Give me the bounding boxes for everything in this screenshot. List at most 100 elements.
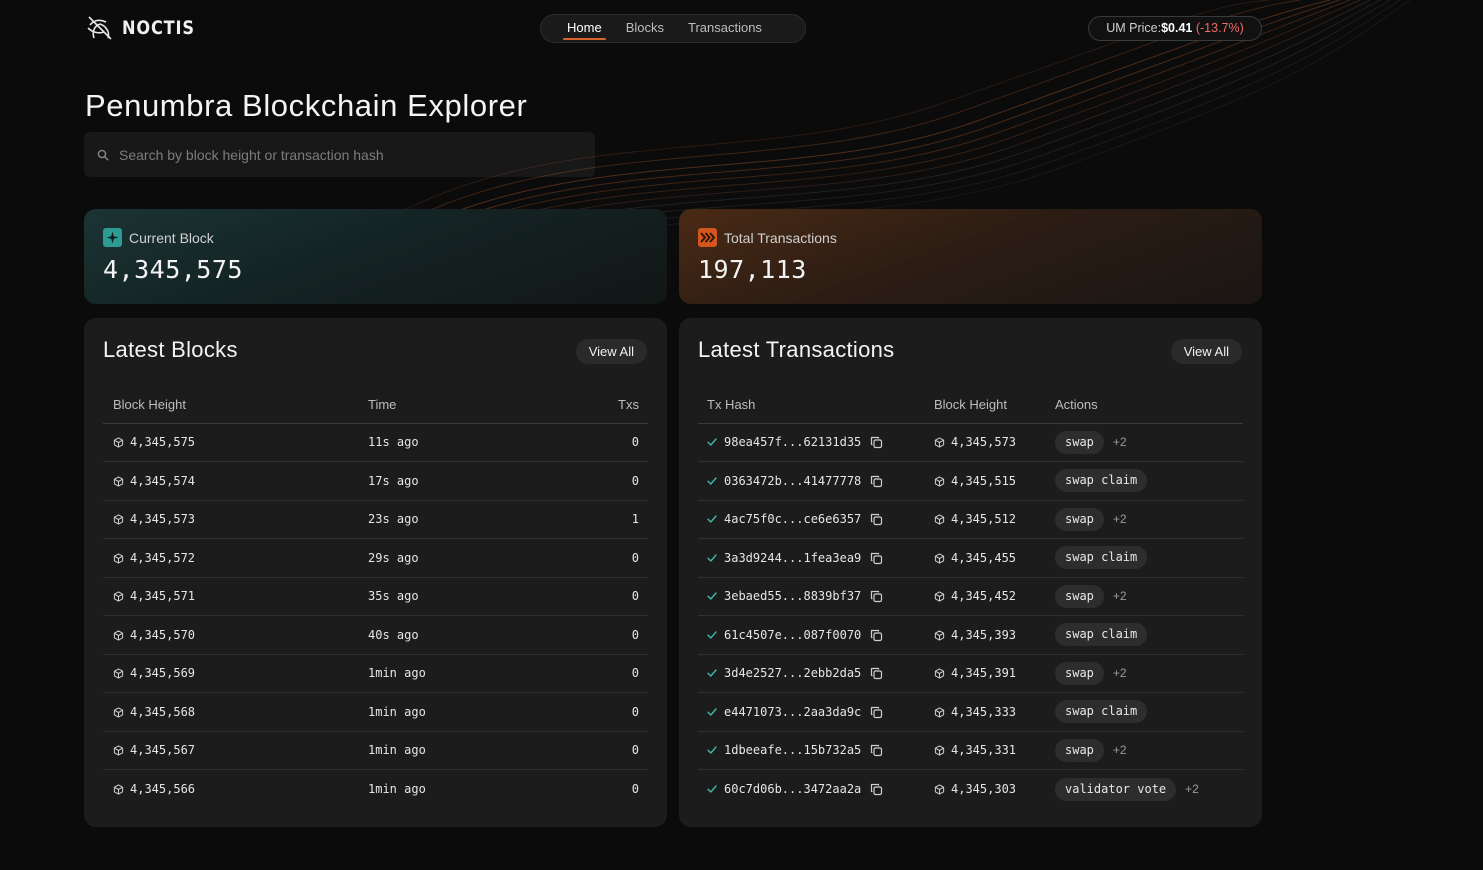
tx-block-height-link[interactable]: 4,345,303	[951, 782, 1016, 796]
copy-icon[interactable]	[870, 436, 883, 449]
tx-block-height-cell[interactable]: 4,345,393	[934, 615, 1055, 655]
block-height-link[interactable]: 4,345,574	[130, 474, 195, 488]
tx-block-height-link[interactable]: 4,345,393	[951, 628, 1016, 642]
copy-icon[interactable]	[870, 552, 883, 565]
block-row[interactable]: 4,345,572 29s ago 0	[103, 538, 648, 578]
tx-block-height-cell[interactable]: 4,345,515	[934, 461, 1055, 501]
block-row[interactable]: 4,345,571 35s ago 0	[103, 577, 648, 616]
tx-block-height-cell[interactable]: 4,345,452	[934, 577, 1055, 616]
copy-icon[interactable]	[870, 590, 883, 603]
block-height-cell[interactable]: 4,345,574	[103, 461, 368, 501]
block-height-cell[interactable]: 4,345,571	[103, 577, 368, 616]
tx-hash-link[interactable]: 1dbeeafe...15b732a5	[724, 743, 861, 757]
tx-block-height-cell[interactable]: 4,345,512	[934, 500, 1055, 539]
block-row[interactable]: 4,345,575 11s ago 0	[103, 423, 648, 462]
copy-icon[interactable]	[870, 667, 883, 680]
tx-hash-cell[interactable]: 4ac75f0c...ce6e6357	[698, 500, 934, 539]
block-height-cell[interactable]: 4,345,567	[103, 731, 368, 770]
transaction-row[interactable]: 3a3d9244...1fea3ea9 4,345,455 swap claim	[698, 538, 1243, 578]
tx-hash-link[interactable]: 3ebaed55...8839bf37	[724, 589, 861, 603]
tx-hash-cell[interactable]: 3d4e2527...2ebb2da5	[698, 654, 934, 693]
block-row[interactable]: 4,345,569 1min ago 0	[103, 654, 648, 693]
block-height-cell[interactable]: 4,345,573	[103, 500, 368, 539]
block-height-link[interactable]: 4,345,573	[130, 512, 195, 526]
tx-block-height-link[interactable]: 4,345,452	[951, 589, 1016, 603]
transaction-row[interactable]: 3d4e2527...2ebb2da5 4,345,391 swap +2	[698, 654, 1243, 693]
tx-hash-cell[interactable]: 61c4507e...087f0070	[698, 615, 934, 655]
tx-hash-cell[interactable]: 3ebaed55...8839bf37	[698, 577, 934, 616]
nav-transactions[interactable]: Transactions	[676, 14, 774, 43]
transaction-row[interactable]: 0363472b...41477778 4,345,515 swap claim	[698, 461, 1243, 501]
tx-hash-cell[interactable]: 3a3d9244...1fea3ea9	[698, 538, 934, 578]
transaction-row[interactable]: 98ea457f...62131d35 4,345,573 swap +2	[698, 423, 1243, 462]
block-height-link[interactable]: 4,345,575	[130, 435, 195, 449]
block-height-cell[interactable]: 4,345,569	[103, 654, 368, 693]
block-height-cell[interactable]: 4,345,572	[103, 538, 368, 578]
transaction-row[interactable]: 61c4507e...087f0070 4,345,393 swap claim	[698, 615, 1243, 655]
tx-hash-cell[interactable]: 98ea457f...62131d35	[698, 423, 934, 462]
block-row[interactable]: 4,345,568 1min ago 0	[103, 692, 648, 732]
block-height-link[interactable]: 4,345,572	[130, 551, 195, 565]
transaction-row[interactable]: 3ebaed55...8839bf37 4,345,452 swap +2	[698, 577, 1243, 616]
block-height-link[interactable]: 4,345,567	[130, 743, 195, 757]
block-height-cell[interactable]: 4,345,570	[103, 615, 368, 655]
tx-hash-cell[interactable]: e4471073...2aa3da9c	[698, 692, 934, 732]
tx-block-height-link[interactable]: 4,345,512	[951, 512, 1016, 526]
tx-block-height-cell[interactable]: 4,345,333	[934, 692, 1055, 732]
block-row[interactable]: 4,345,574 17s ago 0	[103, 461, 648, 501]
tx-hash-link[interactable]: 98ea457f...62131d35	[724, 435, 861, 449]
tx-hash-link[interactable]: e4471073...2aa3da9c	[724, 705, 861, 719]
tx-block-height-cell[interactable]: 4,345,391	[934, 654, 1055, 693]
tx-hash-cell[interactable]: 0363472b...41477778	[698, 461, 934, 501]
cube-icon	[113, 476, 124, 487]
block-height-cell[interactable]: 4,345,575	[103, 423, 368, 462]
block-row[interactable]: 4,345,566 1min ago 0	[103, 770, 648, 809]
block-height-link[interactable]: 4,345,571	[130, 589, 195, 603]
tx-block-height-link[interactable]: 4,345,391	[951, 666, 1016, 680]
tx-block-height-cell[interactable]: 4,345,303	[934, 770, 1055, 809]
block-height-link[interactable]: 4,345,568	[130, 705, 195, 719]
tx-hash-link[interactable]: 60c7d06b...3472aa2a	[724, 782, 861, 796]
search-bar[interactable]	[84, 132, 595, 177]
tx-block-height-link[interactable]: 4,345,455	[951, 551, 1016, 565]
tx-hash-link[interactable]: 4ac75f0c...ce6e6357	[724, 512, 861, 526]
transaction-row[interactable]: 4ac75f0c...ce6e6357 4,345,512 swap +2	[698, 500, 1243, 539]
transaction-row[interactable]: 60c7d06b...3472aa2a 4,345,303 validator vo…	[698, 770, 1243, 809]
tx-hash-link[interactable]: 61c4507e...087f0070	[724, 628, 861, 642]
tx-hash-cell[interactable]: 60c7d06b...3472aa2a	[698, 770, 934, 809]
tx-hash-cell[interactable]: 1dbeeafe...15b732a5	[698, 731, 934, 770]
tx-block-height-link[interactable]: 4,345,333	[951, 705, 1016, 719]
blocks-view-all-button[interactable]: View All	[575, 339, 647, 364]
tx-hash-link[interactable]: 3d4e2527...2ebb2da5	[724, 666, 861, 680]
block-row[interactable]: 4,345,573 23s ago 1	[103, 500, 648, 539]
transaction-row[interactable]: 1dbeeafe...15b732a5 4,345,331 swap +2	[698, 731, 1243, 770]
block-height-cell[interactable]: 4,345,568	[103, 692, 368, 732]
copy-icon[interactable]	[870, 706, 883, 719]
block-height-link[interactable]: 4,345,569	[130, 666, 195, 680]
copy-icon[interactable]	[870, 744, 883, 757]
nav-blocks[interactable]: Blocks	[614, 14, 676, 43]
block-row[interactable]: 4,345,567 1min ago 0	[103, 731, 648, 770]
transaction-row[interactable]: e4471073...2aa3da9c 4,345,333 swap claim	[698, 692, 1243, 732]
block-height-link[interactable]: 4,345,570	[130, 628, 195, 642]
block-row[interactable]: 4,345,570 40s ago 0	[103, 615, 648, 655]
tx-block-height-cell[interactable]: 4,345,331	[934, 731, 1055, 770]
block-height-cell[interactable]: 4,345,566	[103, 770, 368, 809]
copy-icon[interactable]	[870, 513, 883, 526]
nav-home[interactable]: Home	[555, 14, 614, 43]
tx-hash-link[interactable]: 3a3d9244...1fea3ea9	[724, 551, 861, 565]
tx-block-height-cell[interactable]: 4,345,573	[934, 423, 1055, 462]
search-input[interactable]	[119, 146, 559, 163]
tx-block-height-link[interactable]: 4,345,573	[951, 435, 1016, 449]
copy-icon[interactable]	[870, 629, 883, 642]
tx-hash-link[interactable]: 0363472b...41477778	[724, 474, 861, 488]
total-transactions-label: Total Transactions	[724, 229, 837, 246]
tx-block-height-cell[interactable]: 4,345,455	[934, 538, 1055, 578]
tx-block-height-link[interactable]: 4,345,515	[951, 474, 1016, 488]
tx-block-height-link[interactable]: 4,345,331	[951, 743, 1016, 757]
copy-icon[interactable]	[870, 783, 883, 796]
copy-icon[interactable]	[870, 475, 883, 488]
brand-logo[interactable]: NOCTIS	[86, 14, 208, 42]
transactions-view-all-button[interactable]: View All	[1170, 339, 1242, 364]
block-height-link[interactable]: 4,345,566	[130, 782, 195, 796]
